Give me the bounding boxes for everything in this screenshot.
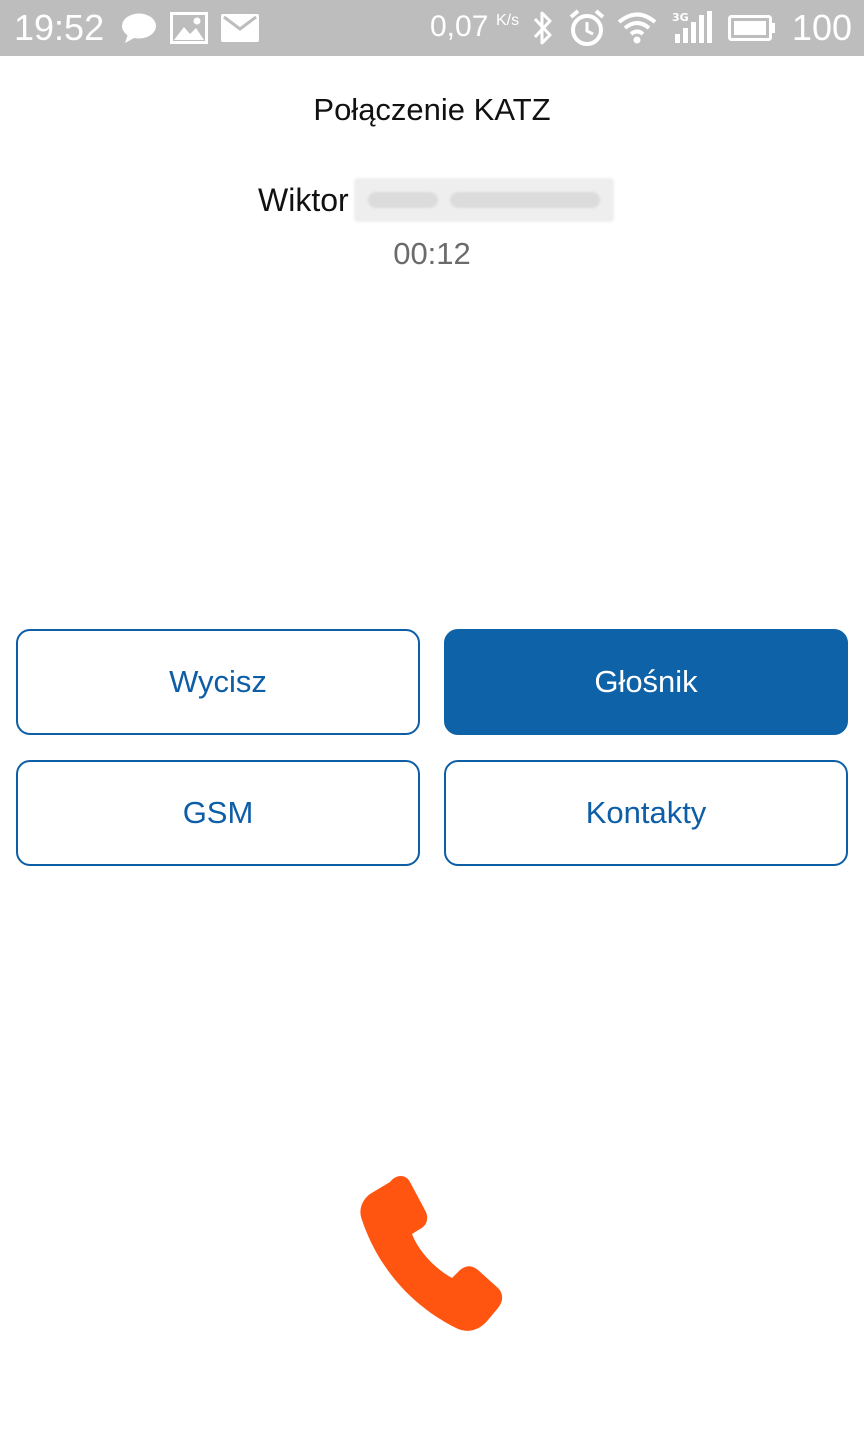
image-icon (170, 12, 208, 49)
mail-icon (221, 14, 259, 47)
caller-surname-redacted (354, 178, 614, 222)
speaker-button[interactable]: Głośnik (444, 629, 848, 735)
3g-signal-icon: 3G (671, 10, 713, 49)
phone-hangup-icon (360, 1176, 503, 1331)
caller-info: Wiktor (0, 178, 864, 228)
chat-bubble-icon (120, 12, 158, 49)
network-speed: 0,07 (430, 10, 489, 43)
wifi-icon (617, 12, 657, 49)
caller-first-name: Wiktor (258, 182, 349, 218)
alarm-icon (569, 9, 605, 52)
gsm-button[interactable]: GSM (16, 760, 420, 866)
svg-text:3G: 3G (672, 11, 689, 24)
mute-button[interactable]: Wycisz (16, 629, 420, 735)
status-bar: 19:52 0,07 K/s 3G 100 (0, 0, 864, 56)
mute-button-label: Wycisz (169, 664, 267, 699)
battery-icon (728, 15, 776, 46)
speaker-button-label: Głośnik (594, 664, 698, 699)
battery-percent: 100 (792, 7, 853, 48)
call-duration: 00:12 (393, 236, 471, 271)
gsm-button-label: GSM (182, 795, 254, 830)
contacts-button-label: Kontakty (585, 795, 707, 830)
status-time: 19:52 (14, 7, 105, 48)
contacts-button[interactable]: Kontakty (444, 760, 848, 866)
bluetooth-icon (532, 9, 554, 52)
network-speed-unit: K/s (496, 12, 520, 29)
hangup-button[interactable] (352, 1170, 512, 1350)
call-title: Połączenie KATZ (313, 92, 551, 127)
